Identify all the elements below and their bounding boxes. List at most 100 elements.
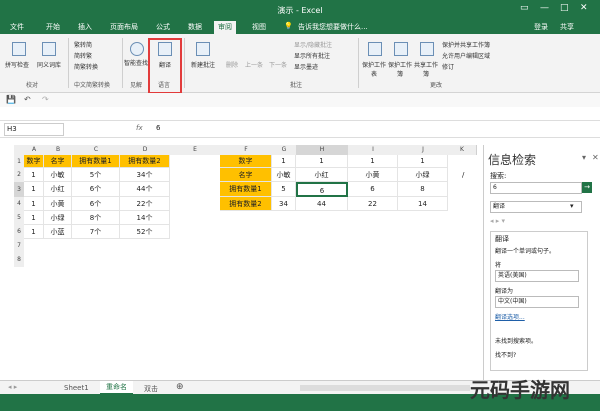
column-header[interactable]: E [170,145,221,155]
table-cell[interactable]: 小红 [44,182,72,197]
row-header[interactable]: 4 [14,197,24,211]
table-cell[interactable]: 小绿 [398,168,448,182]
table-cell[interactable]: 14 [398,197,448,211]
table-cell[interactable]: 小黄 [44,197,72,211]
column-header[interactable]: H [296,145,349,155]
add-sheet-icon[interactable]: ⊕ [176,382,184,392]
prev-comment-button[interactable]: 上一条 [242,60,266,69]
ribbon-display-icon[interactable]: ▭ [520,3,529,13]
table-header-cell[interactable]: 拥有数量2 [120,155,170,168]
spell-check-button[interactable]: 拼写检查 [2,60,32,69]
search-go-button[interactable]: → [582,182,592,193]
table-cell[interactable]: 6个 [72,197,120,211]
allow-edit-ranges-button[interactable]: 允许用户编辑区域 [442,51,490,60]
tab-page-layout[interactable]: 页面布局 [110,22,138,32]
row-header[interactable]: 1 [14,155,24,168]
cannot-find-link[interactable]: 找不到? [495,350,516,359]
convert-button[interactable]: 简繁转换 [74,62,98,71]
tab-review[interactable]: 审阅 [214,21,236,34]
smart-lookup-button[interactable]: 智能查找 [124,58,148,67]
sheet-tab-active[interactable]: 重命名 [100,381,133,395]
show-ink-button[interactable]: 显示墨迹 [294,62,318,71]
sheet-nav-arrows[interactable]: ◂ ▸ [8,383,17,391]
thesaurus-button[interactable]: 同义词库 [34,60,64,69]
maximize-icon[interactable]: □ [560,3,569,13]
tab-home[interactable]: 开始 [46,22,60,32]
column-header[interactable]: J [398,145,449,155]
table-cell[interactable]: 22 [348,197,398,211]
translate-button[interactable]: 翻译 [152,60,178,69]
table-cell[interactable]: 5 [272,182,296,197]
row-header[interactable]: 3 [14,182,24,197]
table-cell[interactable]: 44个 [120,182,170,197]
sheet-tab[interactable]: Sheet1 [64,384,89,392]
table-cell[interactable]: 14个 [120,211,170,225]
column-header[interactable]: G [272,145,297,155]
save-icon[interactable]: 💾 [6,95,16,104]
column-header[interactable]: K [448,145,477,155]
table-cell[interactable]: 小敏 [44,168,72,182]
row-header[interactable]: 5 [14,211,24,225]
table-cell[interactable]: 1 [24,211,44,225]
table-cell[interactable]: 34个 [120,168,170,182]
to-language-select[interactable]: 中文(中国) [495,296,579,308]
tab-data[interactable]: 数据 [188,22,202,32]
table-cell[interactable]: 7个 [72,225,120,239]
protect-sheet-button[interactable]: 保护工作表 [360,60,388,78]
table-cell[interactable]: 1 [24,197,44,211]
pane-close-icon[interactable]: ✕ [592,153,599,162]
translation-options-link[interactable]: 翻译选项... [495,312,525,321]
table-header-cell[interactable]: 名字 [44,155,72,168]
signin-link[interactable]: 登录 [534,22,548,32]
undo-icon[interactable]: ↶ [24,95,31,104]
column-header[interactable]: A [24,145,45,155]
active-cell[interactable]: 6 [296,182,348,197]
column-header[interactable]: B [44,145,73,155]
table-cell[interactable]: 小敏 [272,168,296,182]
select-all-corner[interactable] [14,145,24,155]
fx-icon[interactable]: fx [136,124,143,132]
table-cell[interactable]: 6个 [72,182,120,197]
search-input[interactable]: 6 [490,182,582,194]
tab-insert[interactable]: 插入 [78,22,92,32]
table-cell[interactable]: 8个 [72,211,120,225]
row-header[interactable]: 2 [14,168,24,182]
table-header-cell[interactable]: 拥有数量1 [72,155,120,168]
horizontal-scrollbar[interactable] [300,385,470,391]
tab-formulas[interactable]: 公式 [156,22,170,32]
table-header-cell[interactable]: 数字 [220,155,272,168]
delete-comment-button[interactable]: 删除 [222,60,242,69]
table-cell[interactable]: 52个 [120,225,170,239]
tab-view[interactable]: 视图 [252,22,266,32]
table-cell[interactable]: 小黄 [348,168,398,182]
minimize-icon[interactable]: — [540,3,549,13]
track-changes-button[interactable]: 修订 [442,62,454,71]
table-header-cell[interactable]: 名字 [220,168,272,182]
from-language-select[interactable]: 英语(美国) [495,270,579,282]
table-cell[interactable]: 1 [272,155,296,168]
table-cell[interactable]: 1 [296,155,348,168]
section-title[interactable]: 翻译 [495,234,509,244]
row-header[interactable]: 8 [14,253,24,267]
table-cell[interactable]: 22个 [120,197,170,211]
table-header-cell[interactable]: 数字 [24,155,44,168]
to-simplified-button[interactable]: 简转繁 [74,51,92,60]
table-cell[interactable]: 1 [24,225,44,239]
table-cell[interactable]: 小绿 [44,211,72,225]
tab-file[interactable]: 文件 [10,22,24,32]
table-cell[interactable]: 小红 [296,168,348,182]
table-cell[interactable]: 8 [398,182,448,197]
source-select[interactable]: 翻译 [490,201,582,213]
column-header[interactable]: F [220,145,273,155]
table-cell[interactable]: 44 [296,197,348,211]
name-box[interactable]: H3 [4,123,64,136]
cell-k2[interactable]: / [462,171,464,179]
table-cell[interactable]: 1 [348,155,398,168]
redo-icon[interactable]: ↷ [42,95,49,104]
row-header[interactable]: 6 [14,225,24,239]
protect-workbook-button[interactable]: 保护工作簿 [386,60,414,78]
table-header-cell[interactable]: 拥有数量1 [220,182,272,197]
table-cell[interactable]: 1 [398,155,448,168]
sheet-tab[interactable]: 双击 [144,384,158,394]
table-cell[interactable]: 小蓝 [44,225,72,239]
